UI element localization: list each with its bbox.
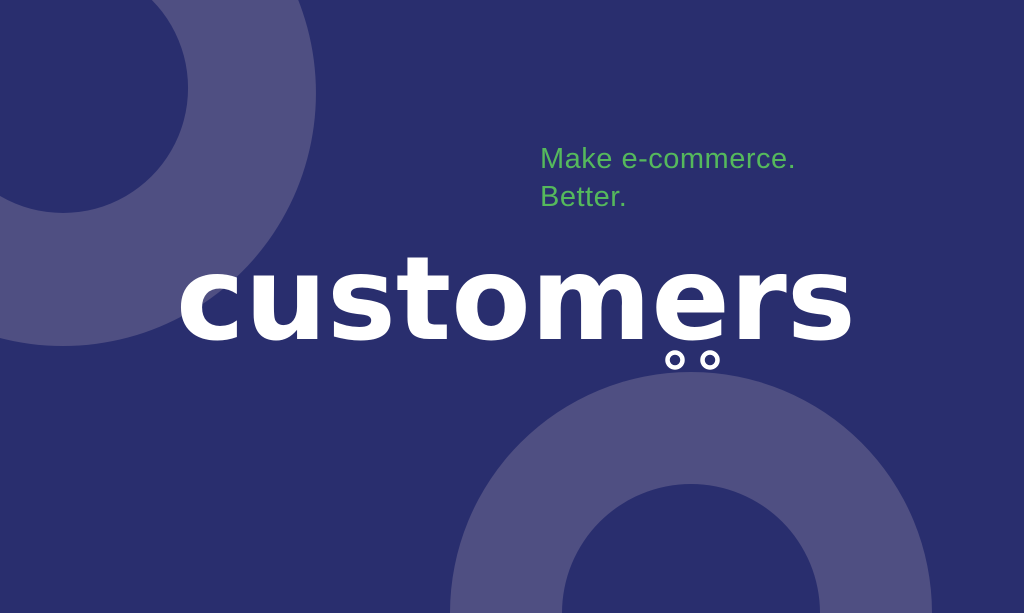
tagline: Make e-commerce. Better. xyxy=(540,140,796,216)
banner: Make e-commerce. Better. customers xyxy=(0,0,1024,613)
shopping-cart-wheels-icon xyxy=(665,350,720,370)
wordmark: customers xyxy=(176,233,856,367)
brand-logo: customers xyxy=(176,220,856,380)
tagline-line-2: Better. xyxy=(540,181,628,213)
tagline-line-1: Make e-commerce. xyxy=(540,143,797,175)
